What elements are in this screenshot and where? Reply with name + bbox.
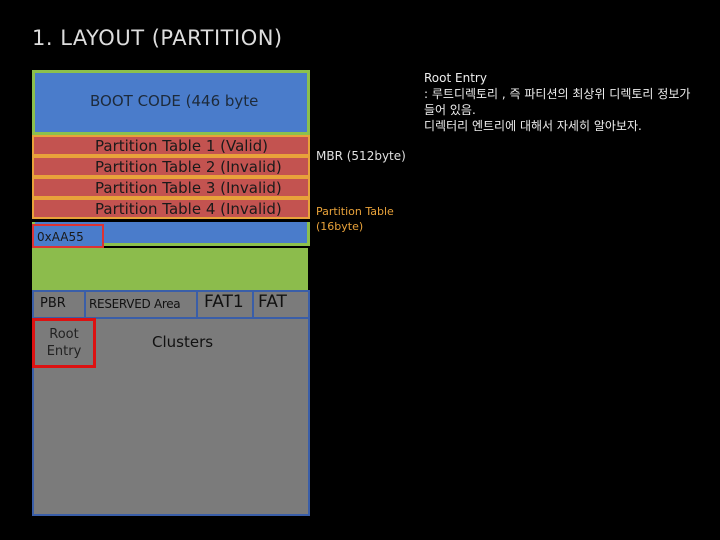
reserved-divider [196, 290, 198, 318]
boot-code-label: BOOT CODE (446 byte [90, 92, 259, 110]
note-body: : 루트디렉토리 , 즉 파티션의 최상위 디렉토리 정보가 들어 있음. 디렉… [424, 87, 691, 133]
fat-label: FAT [258, 292, 287, 312]
clusters-label: Clusters [152, 333, 214, 351]
note-heading: Root Entry [424, 71, 487, 85]
partition-table-2-label: Partition Table 2 (Invalid) [95, 158, 282, 176]
root-entry-box: Root Entry [32, 318, 96, 368]
mbr-size-label: MBR (512byte) [316, 149, 406, 163]
root-entry-note: Root Entry : 루트디렉토리 , 즉 파티션의 최상위 디렉토리 정보… [424, 70, 694, 134]
pbr-divider [84, 290, 86, 318]
slide-title: 1. LAYOUT (PARTITION) [32, 26, 283, 50]
fat1-label: FAT1 [204, 292, 244, 312]
reserved-area-label: RESERVED Area [89, 297, 181, 311]
partition-table-size-label: Partition Table (16byte) [316, 205, 394, 233]
signature-label: 0xAA55 [32, 224, 104, 248]
partition-table-4-label: Partition Table 4 (Invalid) [95, 200, 282, 218]
gap-block [32, 248, 308, 290]
fat1-divider [252, 290, 254, 318]
pbr-label: PBR [40, 296, 66, 311]
partition-table-3-label: Partition Table 3 (Invalid) [95, 179, 282, 197]
partition-table-1-label: Partition Table 1 (Valid) [95, 137, 268, 155]
